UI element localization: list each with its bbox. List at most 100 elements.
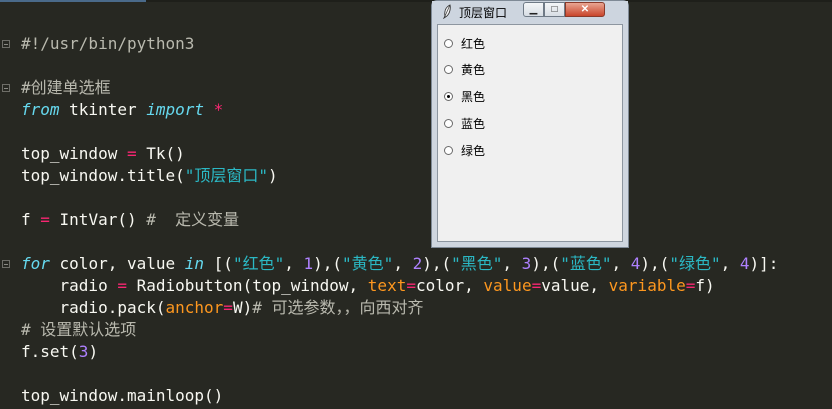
code-line: top_window = Tk() (21, 143, 778, 165)
code-token: , (611, 254, 631, 273)
code-token: anchor (165, 298, 224, 317)
active-tab-indicator (0, 0, 146, 2)
code-token: radio (21, 276, 118, 295)
code-token: = (126, 144, 137, 163)
code-token: ) (88, 342, 99, 361)
code-token: in (184, 254, 205, 273)
code-line: # 设置默认选项 (21, 319, 778, 341)
code-token: ),( (640, 254, 670, 273)
code-line: radio.pack(anchor=W)# 可选参数，，向西对齐 (21, 297, 778, 319)
code-token: # 定义变量 (146, 210, 240, 229)
code-token: , (720, 254, 740, 273)
code-token: value (483, 276, 532, 295)
code-token: color, (415, 276, 484, 295)
window-title: 顶层窗口 (459, 6, 508, 20)
code-token: ),( (531, 254, 561, 273)
code-line: ​ (21, 231, 778, 253)
code-token: "顶层窗口" (184, 166, 269, 185)
window-titlebar[interactable]: 顶层窗口 ▁ □ ✕ (432, 1, 628, 23)
code-line: ​ (21, 187, 778, 209)
code-token: 4 (739, 254, 750, 273)
radio-unselected-icon[interactable] (444, 39, 453, 48)
radio-option[interactable]: 红色 (444, 35, 485, 51)
radio-unselected-icon[interactable] (444, 146, 453, 155)
code-line: ​ (21, 121, 778, 143)
code-token: 4 (630, 254, 641, 273)
editor-tab-strip (0, 0, 832, 2)
code-token: value, (541, 276, 609, 295)
radio-option[interactable]: 绿色 (444, 142, 485, 158)
code-token: "黄色" (342, 254, 394, 273)
code-token: = (117, 276, 127, 295)
radio-selected-icon[interactable] (444, 92, 453, 101)
code-token: radio.pack( (21, 298, 166, 317)
code-token: 3 (78, 342, 89, 361)
code-token: = (223, 298, 233, 317)
code-line: ​ (21, 363, 778, 385)
maximize-button[interactable]: □ (544, 2, 565, 17)
tk-feather-icon (442, 4, 451, 19)
radio-option[interactable]: 黄色 (444, 61, 485, 77)
tk-toplevel-window: 顶层窗口 ▁ □ ✕ 红色黄色黑色蓝色绿色 (431, 0, 629, 248)
code-token: f (21, 210, 41, 229)
code-token: ),( (422, 254, 452, 273)
code-token: , (284, 254, 304, 273)
radio-label: 蓝色 (461, 117, 486, 131)
minimize-button[interactable]: ▁ (523, 2, 544, 17)
code-token: top_window.mainloop() (21, 386, 224, 405)
code-line: f.set(3) (21, 341, 778, 363)
code-token: f) (695, 276, 715, 295)
code-line: for color, value in [("红色", 1),("黄色", 2)… (21, 253, 778, 275)
code-token: )]: (749, 254, 779, 273)
code-line: top_window.title("顶层窗口") (21, 165, 778, 187)
radio-option[interactable]: 蓝色 (444, 115, 485, 131)
code-token: ) (268, 166, 278, 185)
code-token: Tk() (136, 144, 185, 163)
code-line: top_window.mainloop() (21, 385, 778, 407)
radio-option[interactable]: 黑色 (444, 88, 485, 104)
fold-toggle-icon[interactable] (2, 84, 10, 92)
fold-toggle-icon[interactable] (2, 260, 10, 268)
code-token: # 设置默认选项 (21, 320, 137, 339)
code-token: # 可选参数，，向西对齐 (252, 298, 424, 317)
code-token: Radiobutton(top_window, (126, 276, 368, 295)
code-line: #创建单选框 (21, 77, 778, 99)
code-line: radio = Radiobutton(top_window, text=col… (21, 275, 778, 297)
code-token: , (502, 254, 522, 273)
code-token: from (21, 100, 60, 119)
code-line: ​ (21, 55, 778, 77)
fold-toggle-icon[interactable] (2, 40, 10, 48)
code-editor[interactable]: #!/usr/bin/python3​#创建单选框from tkinter im… (21, 33, 778, 407)
code-token: IntVar() (49, 210, 147, 229)
code-token: text (367, 276, 407, 295)
code-token: tkinter (59, 100, 147, 119)
code-token: top_window.title( (21, 166, 185, 185)
code-token: * (213, 100, 224, 119)
code-token: 3 (521, 254, 532, 273)
code-token: = (406, 276, 416, 295)
code-token: 1 (303, 254, 314, 273)
close-button[interactable]: ✕ (565, 2, 605, 17)
code-token: W) (232, 298, 253, 317)
code-token: "红色" (232, 254, 285, 273)
code-token: = (40, 210, 50, 229)
radio-unselected-icon[interactable] (444, 119, 453, 128)
code-line: f = IntVar() # 定义变量 (21, 209, 778, 231)
code-token: , (393, 254, 413, 273)
radio-label: 黑色 (461, 90, 486, 104)
code-token: [( (204, 254, 233, 273)
code-token: #创建单选框 (21, 78, 111, 97)
code-token: ),( (313, 254, 343, 273)
radio-unselected-icon[interactable] (444, 65, 453, 74)
radio-label: 红色 (461, 37, 486, 51)
code-token: import (146, 100, 205, 119)
radio-label: 绿色 (461, 144, 486, 158)
code-token: = (685, 276, 696, 295)
code-line: from tkinter import * (21, 99, 778, 121)
code-token: "黑色" (451, 254, 503, 273)
code-token: variable (608, 276, 686, 295)
code-token: "绿色" (669, 254, 721, 273)
editor-gutter (0, 30, 12, 409)
code-token: 2 (412, 254, 423, 273)
